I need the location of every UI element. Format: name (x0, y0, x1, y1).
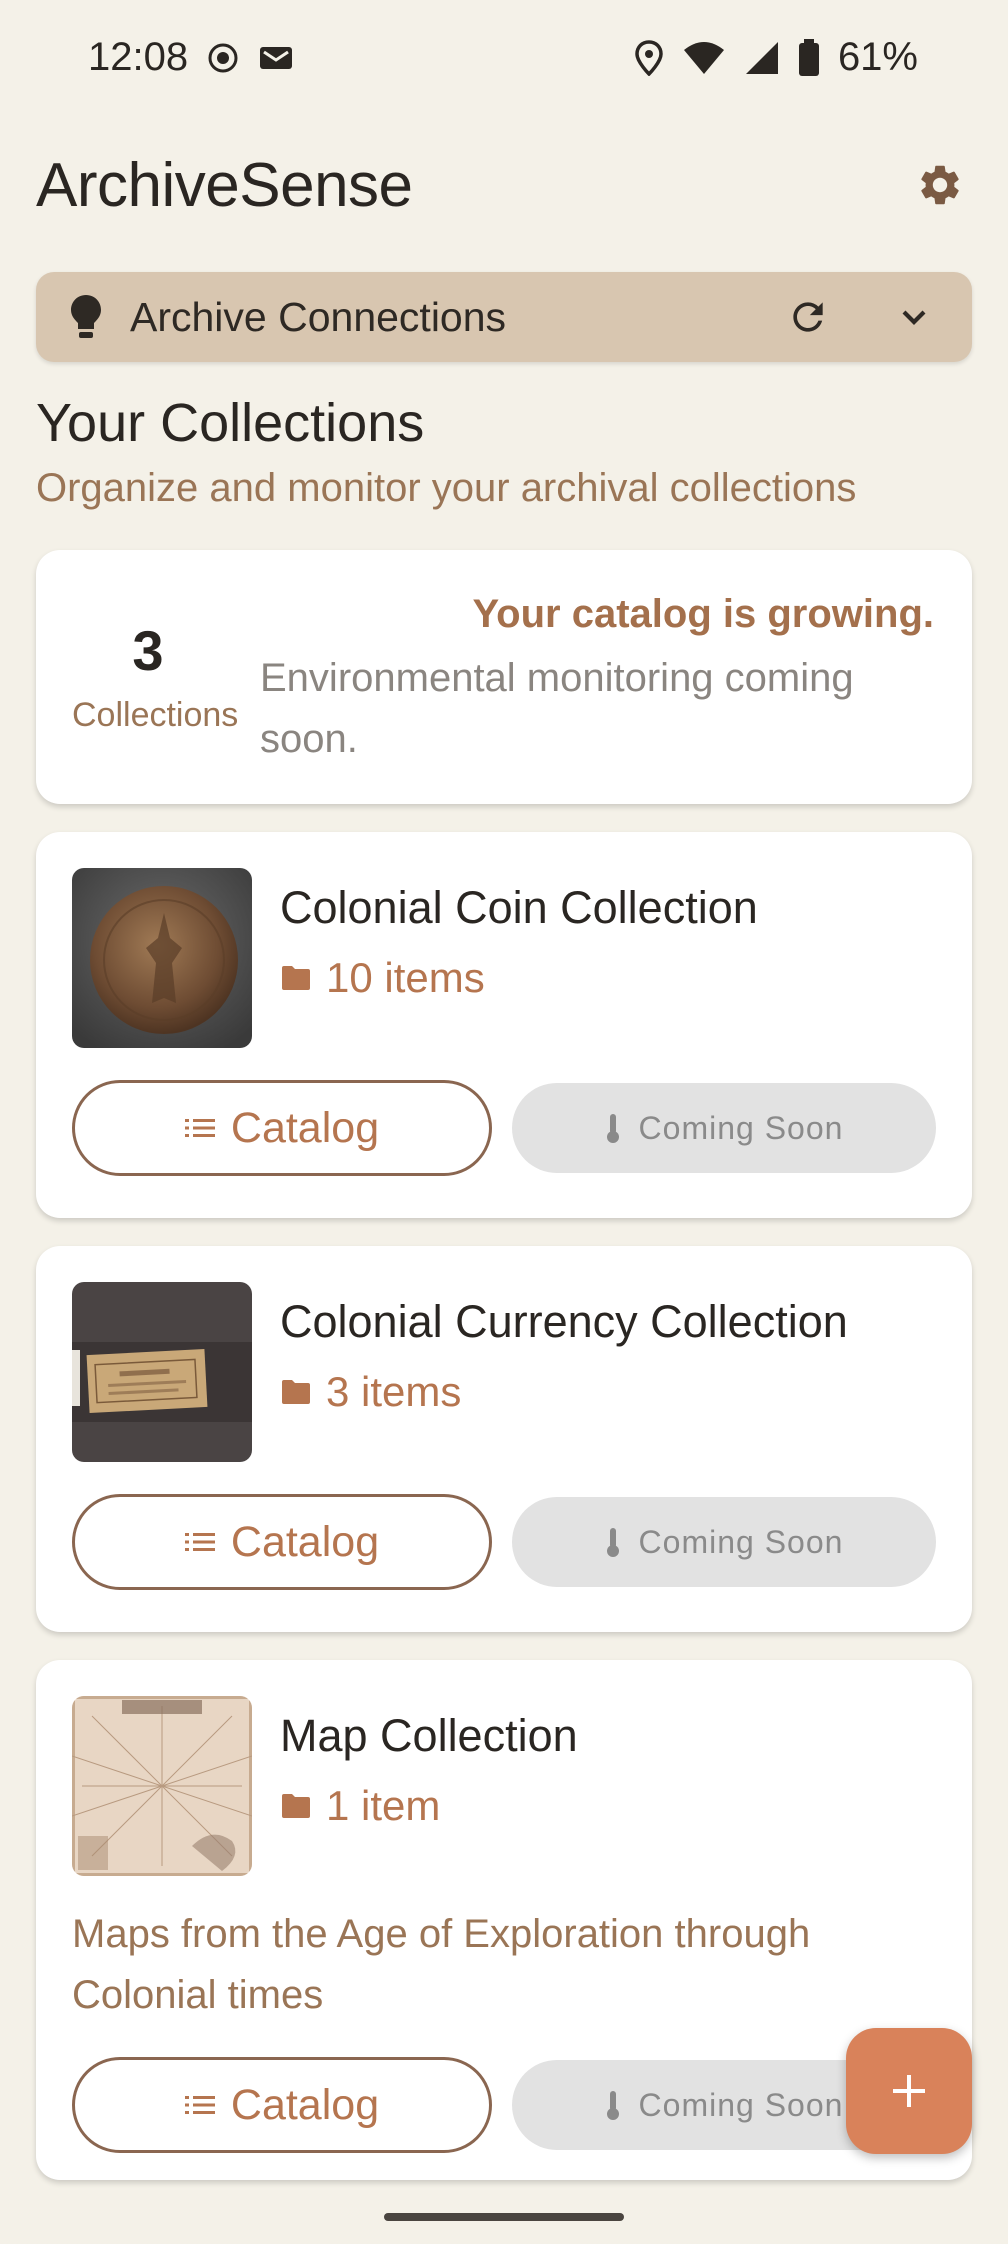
coming-soon-label: Coming Soon (638, 1523, 844, 1560)
summary-body: Environmental monitoring coming soon. (260, 656, 854, 761)
status-bar: 12:08 61% (0, 0, 1008, 115)
battery-level: 61% (837, 35, 918, 79)
collection-name: Colonial Currency Collection (280, 1296, 848, 1347)
list-icon (184, 1533, 215, 1551)
catalog-button[interactable]: Catalog (72, 1080, 492, 1176)
coming-soon-button[interactable]: Coming Soon (512, 1497, 936, 1587)
collection-count-label: 1 item (326, 1782, 441, 1829)
refresh-icon (793, 302, 823, 332)
catalog-button-label: Catalog (230, 1103, 380, 1152)
archive-connections-label: Archive Connections (130, 293, 507, 340)
catalog-button-label: Catalog (230, 2080, 380, 2129)
gear-icon (921, 165, 959, 205)
list-icon (184, 1119, 215, 1137)
summary-card: 3 Collections Your catalog is growing. E… (36, 550, 972, 804)
collection-card[interactable]: Colonial Currency Collection 3 items Cat… (36, 1246, 972, 1632)
settings-button[interactable] (908, 153, 972, 217)
summary-headline: Your catalog is growing. (472, 592, 934, 636)
refresh-button[interactable] (778, 287, 838, 347)
list-icon (184, 2096, 215, 2114)
gesture-handle[interactable] (384, 2213, 624, 2221)
coming-soon-button[interactable]: Coming Soon (512, 1083, 936, 1173)
expand-button[interactable] (884, 287, 944, 347)
app-title: ArchiveSense (36, 150, 413, 220)
collection-description: Maps from the Age of Exploration through… (72, 1912, 811, 2017)
wifi-icon (682, 40, 726, 76)
signal-icon (744, 40, 780, 76)
location-icon (634, 39, 664, 76)
plus-icon (893, 2075, 925, 2107)
folder-icon (282, 1794, 310, 1818)
section-subtitle: Organize and monitor your archival colle… (36, 466, 857, 510)
catalog-button[interactable]: Catalog (72, 2057, 492, 2153)
chevron-down-icon (902, 310, 926, 325)
battery-icon (798, 38, 820, 77)
section-title: Your Collections (36, 393, 425, 453)
thermometer-icon (606, 1528, 619, 1557)
status-time: 12:08 (88, 35, 189, 79)
catalog-button-label: Catalog (230, 1517, 380, 1566)
catalog-button[interactable]: Catalog (72, 1494, 492, 1590)
archive-connections-bar[interactable]: Archive Connections (36, 272, 972, 362)
thermometer-icon (606, 2091, 619, 2120)
folder-icon (282, 966, 310, 990)
collection-name: Colonial Coin Collection (280, 882, 758, 933)
collection-item-count: 1 item (280, 1782, 440, 1830)
collection-card[interactable]: Colonial Coin Collection 10 items Catalo… (36, 832, 972, 1218)
thermometer-icon (606, 1114, 619, 1143)
record-icon (206, 41, 240, 75)
collection-card[interactable]: Map Collection 1 item Maps from the Age … (36, 1660, 972, 2180)
folder-icon (282, 1380, 310, 1404)
coin-thumbnail (72, 868, 252, 1048)
lightbulb-icon (64, 293, 108, 341)
collection-count-label: 10 items (326, 954, 485, 1001)
collection-item-count: 10 items (280, 954, 485, 1002)
add-collection-button[interactable] (846, 2028, 972, 2154)
collections-count-label: Collections (72, 696, 239, 734)
banknote-thumbnail (72, 1282, 252, 1462)
collection-item-count: 3 items (280, 1368, 461, 1416)
collection-count-label: 3 items (326, 1368, 462, 1415)
message-icon (258, 43, 298, 73)
app-bar: ArchiveSense (36, 140, 972, 230)
coming-soon-label: Coming Soon (638, 1109, 844, 1146)
map-thumbnail (72, 1696, 252, 1876)
coming-soon-label: Coming Soon (638, 2086, 844, 2123)
collection-name: Map Collection (280, 1710, 578, 1761)
collections-count: 3 (132, 619, 164, 682)
